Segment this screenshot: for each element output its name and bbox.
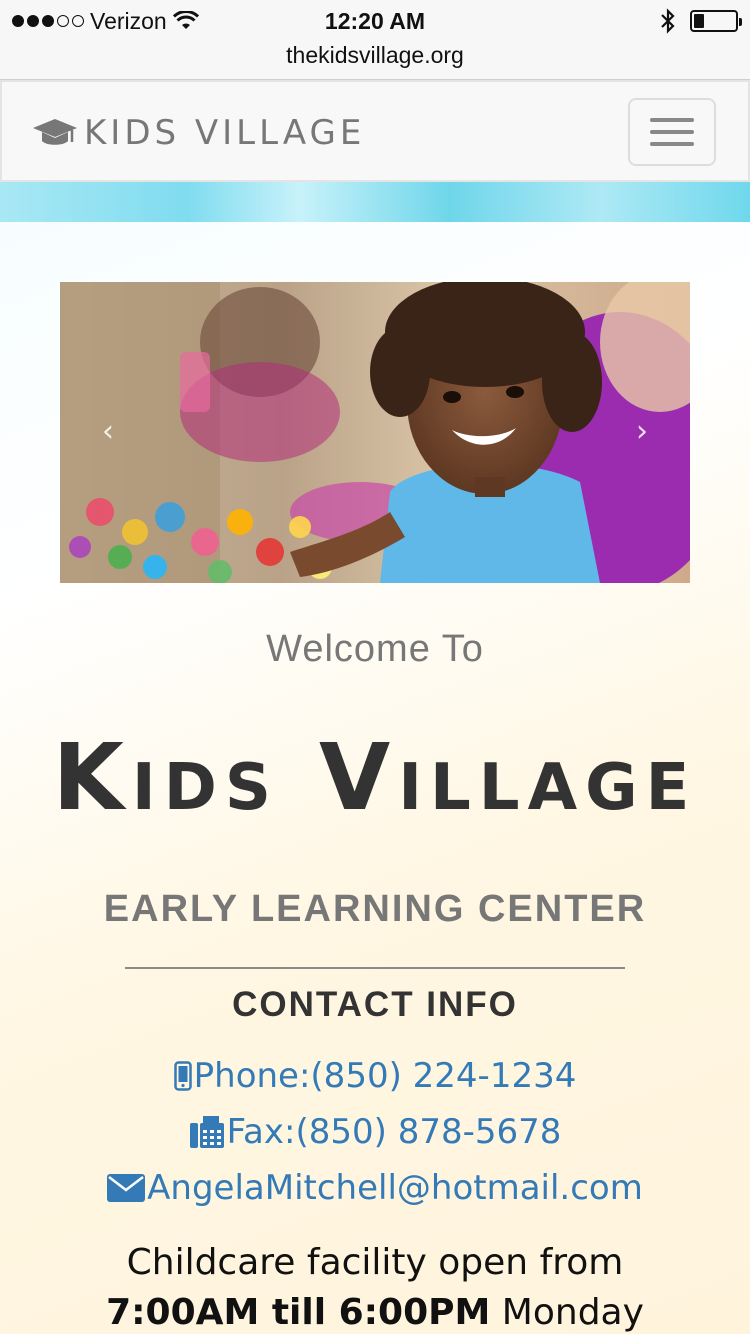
welcome-heading: Welcome To	[266, 628, 484, 670]
envelope-icon	[107, 1174, 146, 1202]
contact-info-heading: CONTACT INFO	[232, 985, 518, 1024]
hours-days: Monday	[490, 1292, 644, 1333]
carousel-photo-child-playing	[60, 282, 690, 583]
status-indicators	[660, 6, 742, 36]
hamburger-icon-bar	[650, 130, 694, 134]
fax-number: Fax:(850) 878-5678	[226, 1112, 562, 1152]
address-bar-url[interactable]: thekidsvillage.org	[0, 40, 750, 70]
carousel-prev-button[interactable]: ‹	[78, 402, 138, 462]
clock: 12:20 AM	[324, 8, 426, 34]
fax-link[interactable]: Fax:(850) 878-5678	[0, 1108, 750, 1156]
menu-toggle-button[interactable]	[628, 98, 716, 166]
brand-name: KIDS VILLAGE	[84, 113, 366, 153]
phone-number: Phone:(850) 224-1234	[193, 1056, 577, 1096]
email-link[interactable]: AngelaMitchell@hotmail.com	[0, 1164, 750, 1212]
hamburger-icon	[650, 118, 694, 122]
opening-hours: Childcare facility open from 7:00AM till…	[0, 1238, 750, 1338]
section-divider	[125, 967, 625, 969]
hamburger-icon-bar	[650, 142, 694, 146]
battery-icon	[690, 10, 742, 32]
hours-line-1: Childcare facility open from	[126, 1242, 624, 1283]
battery-level	[694, 14, 704, 28]
phone-link[interactable]: Phone:(850) 224-1234	[0, 1052, 750, 1100]
mobile-phone-icon	[173, 1061, 192, 1091]
page-subtitle: EARLY LEARNING CENTER	[103, 888, 647, 930]
hours-line-2: 7:00AM till 6:00PM Monday	[0, 1288, 750, 1338]
carousel-next-button[interactable]: ›	[612, 402, 672, 462]
fax-icon	[189, 1116, 224, 1148]
brand-link[interactable]: KIDS VILLAGE	[32, 110, 365, 156]
status-bar: Verizon 12:20 AM thekidsvillage.org	[0, 0, 750, 80]
bluetooth-icon	[661, 8, 675, 34]
image-carousel[interactable]: ‹ ›	[60, 282, 690, 583]
chevron-left-icon: ‹	[102, 414, 114, 449]
header-sky-strip	[0, 182, 750, 222]
email-address: AngelaMitchell@hotmail.com	[147, 1168, 643, 1208]
hours-time-range: 7:00AM till 6:00PM	[106, 1292, 491, 1333]
chevron-right-icon: ›	[636, 414, 648, 449]
site-navbar: KIDS VILLAGE	[0, 80, 750, 182]
graduation-cap-icon	[33, 119, 77, 145]
page-title: Kids Village	[52, 724, 698, 831]
